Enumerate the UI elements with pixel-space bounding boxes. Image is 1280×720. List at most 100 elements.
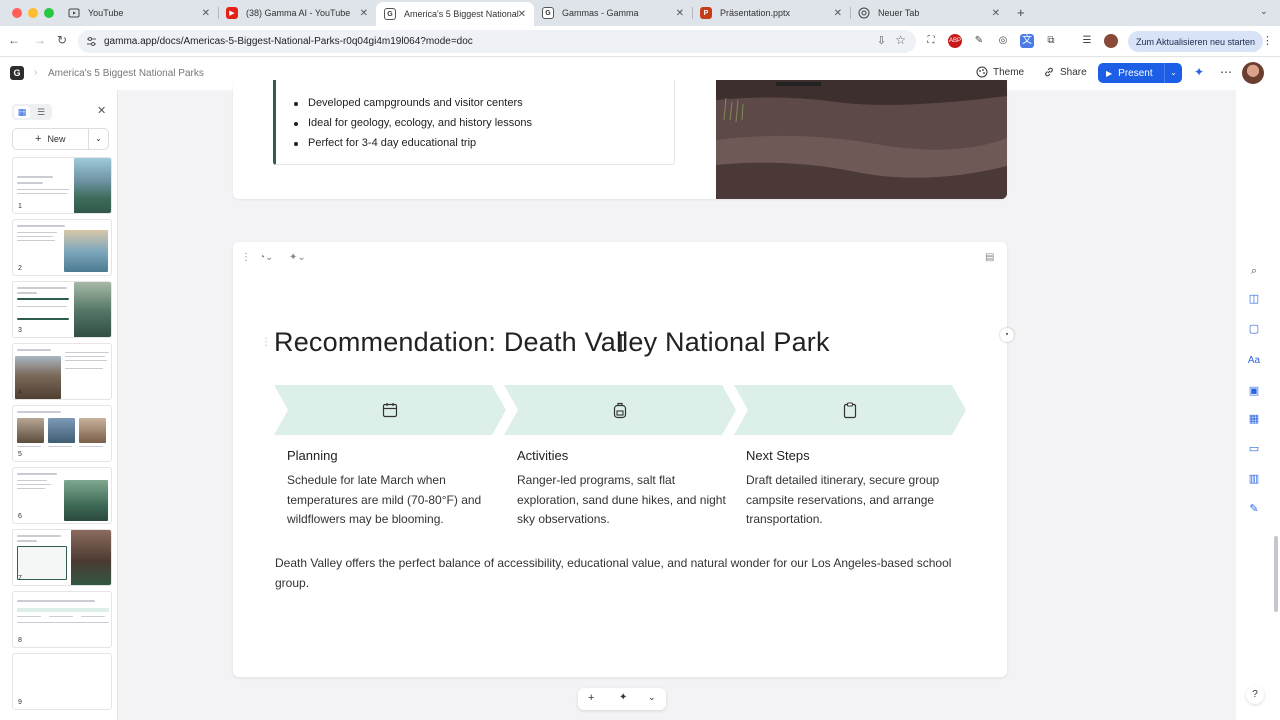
thumb-text-line (17, 232, 57, 233)
scrollbar-thumb[interactable] (1274, 536, 1278, 612)
chevron-down-icon[interactable]: ⌄ (1260, 6, 1268, 17)
chrome-extension-icon[interactable]: ◎ (996, 34, 1010, 48)
browser-tab[interactable]: YouTube ✕ (60, 2, 218, 24)
tab-close-icon[interactable]: ✕ (202, 8, 210, 19)
tab-title: Gammas - Gamma (562, 8, 639, 18)
browser-tab[interactable]: Neuer Tab ✕ (850, 2, 1008, 24)
slide-thumbnail-current[interactable]: 8 (12, 591, 112, 648)
forward-arrow-icon[interactable]: → (32, 33, 48, 47)
close-window-button[interactable] (12, 8, 22, 18)
extensions-puzzle-icon[interactable]: ⧉ (1044, 34, 1058, 48)
tab-close-icon[interactable]: ✕ (676, 8, 684, 19)
tab-close-icon[interactable]: ✕ (992, 8, 1000, 19)
present-button[interactable]: ▶ Present ⌄ (1098, 63, 1182, 83)
block-handle-icon[interactable]: ⋮ (261, 337, 271, 348)
text-style-icon[interactable]: Aa (1246, 353, 1262, 369)
back-arrow-icon[interactable]: ← (6, 33, 22, 47)
column-body[interactable]: Draft detailed itinerary, secure group c… (746, 471, 956, 530)
present-options-chevron-icon[interactable]: ⌄ (1164, 63, 1182, 83)
browser-tab[interactable]: G Gammas - Gamma ✕ (534, 2, 692, 24)
new-card-button[interactable]: + New ⌄ (12, 128, 109, 150)
slide-thumbnail[interactable]: 6 (12, 467, 112, 524)
share-button[interactable]: Share (1043, 66, 1087, 78)
grid-view-icon[interactable]: ▦ (14, 106, 30, 118)
profile-avatar-icon[interactable] (1104, 34, 1118, 48)
add-card-plus-icon[interactable]: + (588, 692, 594, 704)
new-tab-button[interactable]: + (1017, 5, 1025, 20)
slide-thumbnail[interactable]: 9 (12, 653, 112, 710)
process-step[interactable] (504, 385, 736, 435)
insert-card-icon[interactable]: ◫ (1246, 291, 1262, 307)
list-view-icon[interactable]: ☰ (33, 106, 49, 118)
browser-tab[interactable]: P Präsentation.pptx ✕ (692, 2, 850, 24)
thumb-image (71, 530, 111, 585)
slide-thumbnail[interactable]: 7 (12, 529, 112, 586)
more-vertical-icon[interactable]: ⋮ (1262, 34, 1273, 47)
minimize-window-button[interactable] (28, 8, 38, 18)
slide-thumbnail[interactable]: 5 (12, 405, 112, 462)
column-title[interactable]: Next Steps (746, 448, 810, 463)
chevron-down-icon[interactable]: ⌄ (648, 692, 656, 703)
more-options-icon[interactable]: ⋯ (1220, 65, 1232, 79)
tab-close-icon[interactable]: ✕ (518, 9, 526, 20)
tab-close-icon[interactable]: ✕ (834, 8, 842, 19)
embed-icon[interactable]: ▭ (1246, 441, 1262, 457)
column-body[interactable]: Schedule for late March when temperature… (287, 471, 497, 530)
slide-thumbnail[interactable]: 4 (12, 343, 112, 400)
slide-thumbnail[interactable]: 1 (12, 157, 112, 214)
chart-icon[interactable]: ▥ (1246, 471, 1262, 487)
conclusion-paragraph[interactable]: Death Valley offers the perfect balance … (275, 554, 975, 593)
slide-thumbnail[interactable]: 3 (12, 281, 112, 338)
bullet-list-box[interactable]: Developed campgrounds and visitor center… (273, 80, 675, 165)
slide-title[interactable]: Recommendation: Death Valley National Pa… (274, 327, 830, 358)
update-restart-button[interactable]: Zum Aktualisieren neu starten (1128, 31, 1264, 52)
search-icon[interactable]: ⌕ (1246, 263, 1262, 279)
reload-icon[interactable]: ↻ (54, 33, 70, 47)
card-style-icon[interactable]: ◔⌄ (259, 252, 273, 263)
process-step[interactable] (734, 385, 966, 435)
list-item: Ideal for geology, ecology, and history … (292, 117, 532, 137)
card-layout-icon[interactable]: ▤ (985, 252, 994, 263)
list-item: Developed campgrounds and visitor center… (292, 97, 532, 117)
column-title[interactable]: Planning (287, 448, 338, 463)
site-info-icon[interactable] (86, 36, 97, 47)
translate-extension-icon[interactable]: 文 (1020, 34, 1034, 48)
comment-icon[interactable]: ▪ (1000, 328, 1014, 342)
ai-sparkle-icon[interactable]: ✦ (1194, 65, 1204, 79)
help-button[interactable]: ? (1246, 686, 1264, 704)
abp-extension-icon[interactable]: ABP (948, 34, 962, 48)
reading-list-icon[interactable]: ☰ (1080, 34, 1094, 48)
draw-icon[interactable]: ✎ (1246, 501, 1262, 517)
user-avatar[interactable] (1242, 62, 1264, 84)
desert-photo[interactable] (716, 80, 1007, 199)
ai-generate-icon[interactable]: ✦ (619, 692, 627, 703)
column-body[interactable]: Ranger-led programs, salt flat explorati… (517, 471, 727, 530)
screen-capture-icon[interactable]: ⛶ (924, 34, 938, 48)
thumb-text-line (17, 473, 57, 475)
slide-thumbnail[interactable]: 2 (12, 219, 112, 276)
tab-close-icon[interactable]: ✕ (360, 8, 368, 19)
update-restart-label: Zum Aktualisieren neu starten (1136, 36, 1256, 47)
column-title[interactable]: Activities (517, 448, 568, 463)
table-icon[interactable]: ▦ (1246, 411, 1262, 427)
theme-button[interactable]: Theme (976, 66, 1024, 78)
address-bar[interactable]: gamma.app/docs/Americas-5-Biggest-Nation… (78, 30, 916, 53)
browser-tab-active[interactable]: G America's 5 Biggest National ✕ (376, 2, 534, 26)
process-step[interactable] (274, 385, 506, 435)
pen-extension-icon[interactable]: ✎ (972, 34, 986, 48)
thumb-text-line (17, 292, 37, 294)
document-title[interactable]: America's 5 Biggest National Parks (48, 68, 204, 79)
image-icon[interactable]: ▣ (1246, 383, 1262, 399)
bookmark-star-icon[interactable]: ☆ (895, 33, 906, 47)
maximize-window-button[interactable] (44, 8, 54, 18)
ai-edit-icon[interactable]: ✦⌄ (289, 252, 306, 263)
close-panel-icon[interactable]: ✕ (97, 104, 106, 117)
install-app-icon[interactable]: ⇩ (877, 34, 886, 47)
slide-number: 9 (18, 699, 22, 706)
browser-tab[interactable]: ▶ (38) Gamma AI - YouTube ✕ (218, 2, 376, 24)
gamma-logo[interactable]: G (10, 66, 24, 80)
layout-icon[interactable]: ▢ (1246, 321, 1262, 337)
chevron-down-icon[interactable]: ⌄ (88, 129, 108, 149)
thumb-text-line (65, 356, 105, 357)
drag-handle-icon[interactable]: ⋮ (241, 252, 251, 263)
